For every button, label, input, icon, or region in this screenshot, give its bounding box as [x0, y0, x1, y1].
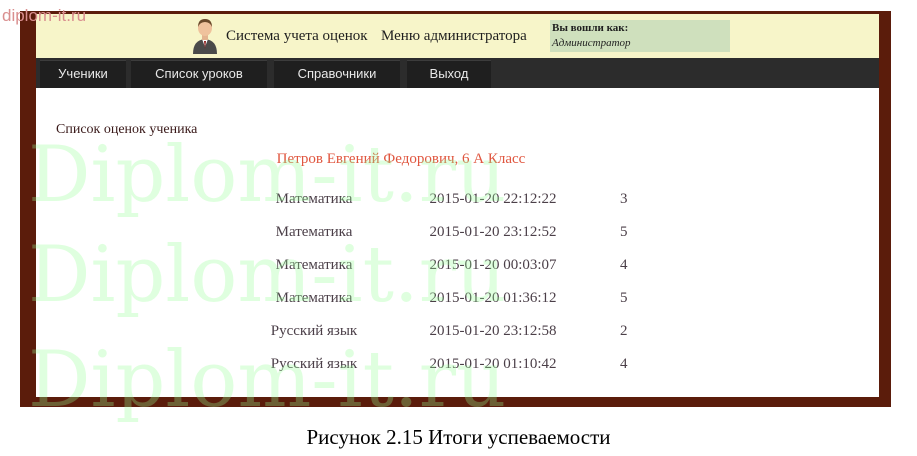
grade-subject: Математика	[275, 257, 353, 273]
login-info: Вы вошли как: Администратор	[550, 20, 730, 52]
table-row: Русский язык 2015-01-20 23:12:58 2	[248, 315, 660, 348]
table-row: Математика 2015-01-20 23:12:52 5	[248, 216, 660, 249]
grade-datetime: 2015-01-20 22:12:22	[429, 191, 557, 207]
grade-value: 5	[620, 224, 628, 240]
grade-datetime: 2015-01-20 00:03:07	[429, 257, 557, 273]
table-row: Математика 2015-01-20 22:12:22 3	[248, 183, 660, 216]
navbar: Ученики Список уроков Справочники Выход	[36, 58, 879, 88]
grade-datetime: 2015-01-20 01:10:42	[429, 356, 557, 372]
grade-value: 4	[620, 257, 628, 273]
section-title: Список оценок ученика	[56, 122, 198, 137]
nav-item-references[interactable]: Справочники	[274, 60, 400, 88]
nav-item-logout[interactable]: Выход	[407, 60, 491, 88]
corner-watermark: diplom-it.ru	[2, 6, 87, 25]
grade-subject: Математика	[275, 290, 353, 306]
grade-datetime: 2015-01-20 01:36:12	[429, 290, 557, 306]
login-user: Администратор	[552, 37, 631, 49]
grade-subject: Русский язык	[270, 356, 358, 372]
header: Система учета оценок Меню администратора…	[36, 14, 879, 58]
grade-subject: Русский язык	[270, 323, 358, 339]
nav-item-lessons[interactable]: Список уроков	[131, 60, 267, 88]
admin-menu-link[interactable]: Меню администратора	[381, 28, 527, 45]
nav-item-students[interactable]: Ученики	[40, 60, 126, 88]
user-avatar-icon	[193, 19, 217, 54]
login-label: Вы вошли как:	[552, 22, 629, 34]
grade-value: 5	[620, 290, 628, 306]
grade-value: 4	[620, 356, 628, 372]
table-row: Математика 2015-01-20 01:36:12 5	[248, 282, 660, 315]
table-row: Русский язык 2015-01-20 01:10:42 4	[248, 348, 660, 381]
grade-subject: Математика	[275, 224, 353, 240]
app-title: Система учета оценок	[226, 28, 368, 44]
grade-subject: Математика	[275, 191, 353, 207]
grade-datetime: 2015-01-20 23:12:52	[429, 224, 557, 240]
table-row: Математика 2015-01-20 00:03:07 4	[248, 249, 660, 282]
grade-value: 3	[620, 191, 628, 207]
grades-table: Математика 2015-01-20 22:12:22 3 Математ…	[248, 183, 660, 381]
student-name: Петров Евгений Федорович, 6 А Класс	[276, 151, 526, 167]
main-content: Список оценок ученика Петров Евгений Фед…	[36, 88, 879, 397]
figure-caption: Рисунок 2.15 Итоги успеваемости	[306, 425, 611, 449]
grade-datetime: 2015-01-20 23:12:58	[429, 323, 557, 339]
grade-value: 2	[620, 323, 628, 339]
